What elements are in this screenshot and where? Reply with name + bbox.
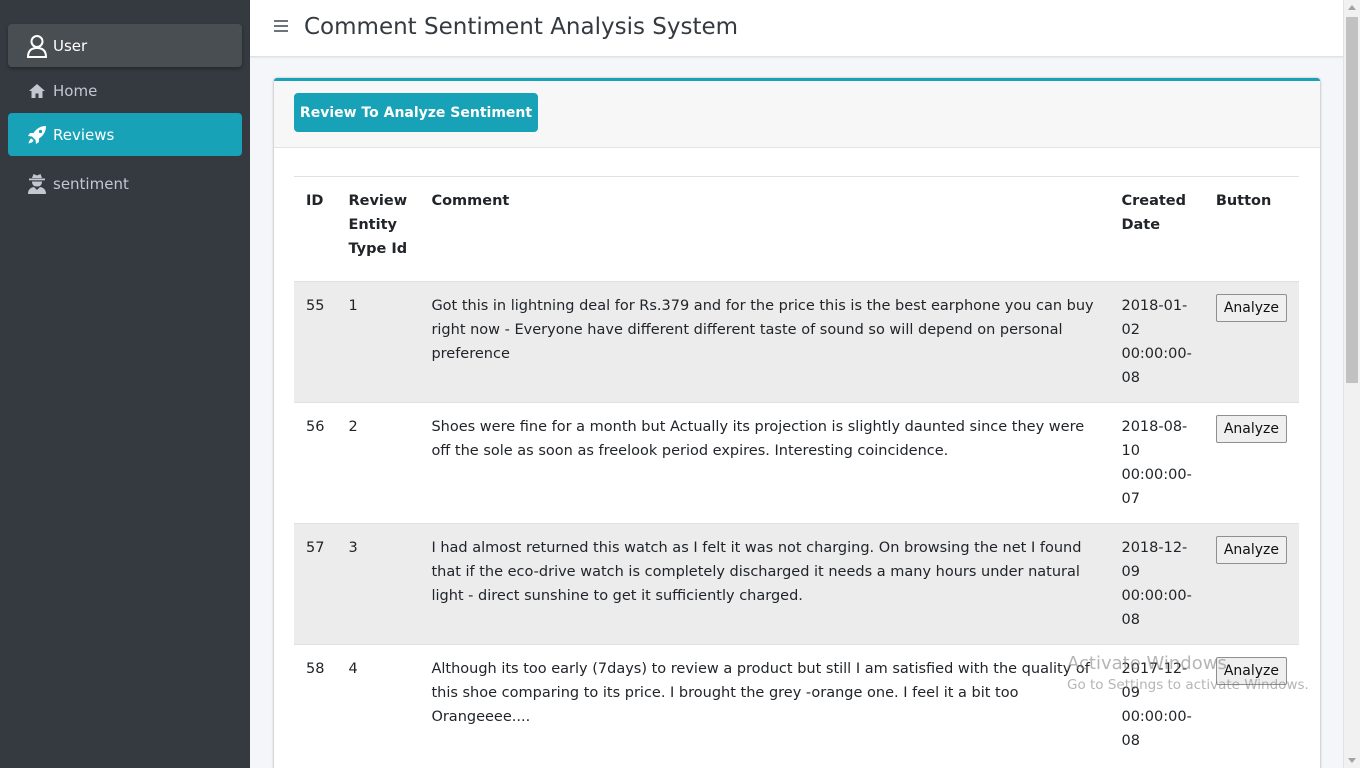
vertical-scrollbar[interactable] [1343,0,1360,768]
sidebar-item-user[interactable]: User [8,24,242,67]
cell-created-date: 2018-12-09 00:00:00-08 [1109,523,1204,645]
cell-comment: Got this in lightning deal for Rs.379 an… [419,281,1110,403]
cell-action: Analyze [1203,523,1299,645]
user-secret-icon [26,173,48,195]
scroll-up-arrow-icon[interactable] [1348,5,1356,10]
analyze-button[interactable]: Analyze [1215,536,1287,564]
sidebar-item-label: User [53,36,88,55]
cell-type-id: 1 [336,281,420,403]
analyze-button[interactable]: Analyze [1215,415,1287,443]
cell-comment: Although its too early (7days) to review… [419,644,1110,765]
cell-id: 57 [294,523,337,645]
sidebar: User Home Reviews sentiment [0,0,250,768]
top-navbar: Comment Sentiment Analysis System [250,0,1343,57]
menu-icon[interactable] [274,20,288,32]
rocket-icon [26,124,48,146]
column-header-id: ID [294,176,337,282]
sidebar-item-label: sentiment [53,174,129,193]
cell-created-date: 2017-12-09 00:00:00-08 [1109,644,1204,765]
analyze-button[interactable]: Analyze [1215,294,1287,322]
home-icon [26,80,48,102]
scroll-thumb[interactable] [1346,17,1358,383]
cell-id: 55 [294,281,337,403]
cell-id: 56 [294,402,337,524]
reviews-card: Review To Analyze Sentiment ID Review En… [274,78,1320,768]
cell-id: 58 [294,644,337,765]
cell-created-date: 2018-01-02 00:00:00-08 [1109,281,1204,403]
cell-comment: I had almost returned this watch as I fe… [419,523,1110,645]
sidebar-item-sentiment[interactable]: sentiment [8,162,242,205]
review-to-analyze-button[interactable]: Review To Analyze Sentiment [294,93,538,132]
cell-type-id: 4 [336,644,420,765]
table-row: 57 3 I had almost returned this watch as… [294,523,1299,645]
table-header-row: ID Review Entity Type Id Comment Created… [294,176,1299,282]
analyze-button[interactable]: Analyze [1215,657,1287,685]
table-row: 58 4 Although its too early (7days) to r… [294,644,1299,765]
sidebar-item-home[interactable]: Home [8,69,242,112]
sidebar-item-label: Home [53,81,98,100]
reviews-table: ID Review Entity Type Id Comment Created… [294,176,1299,765]
cell-action: Analyze [1203,281,1299,403]
cell-action: Analyze [1203,644,1299,765]
cell-type-id: 2 [336,402,420,524]
column-header-button: Button [1203,176,1299,282]
column-header-review-entity-type-id: Review Entity Type Id [336,176,420,282]
cell-comment: Shoes were fine for a month but Actually… [419,402,1110,524]
cell-type-id: 3 [336,523,420,645]
sidebar-item-reviews[interactable]: Reviews [8,113,242,156]
cell-action: Analyze [1203,402,1299,524]
scroll-down-arrow-icon[interactable] [1348,758,1356,763]
table-row: 55 1 Got this in lightning deal for Rs.3… [294,281,1299,403]
sidebar-item-label: Reviews [53,125,115,144]
page-title: Comment Sentiment Analysis System [304,14,739,40]
column-header-created-date: Created Date [1109,176,1204,282]
column-header-comment: Comment [419,176,1110,282]
card-header: Review To Analyze Sentiment [274,81,1320,148]
cell-created-date: 2018-08-10 00:00:00-07 [1109,402,1204,524]
table-row: 56 2 Shoes were fine for a month but Act… [294,402,1299,524]
user-icon [26,34,48,58]
